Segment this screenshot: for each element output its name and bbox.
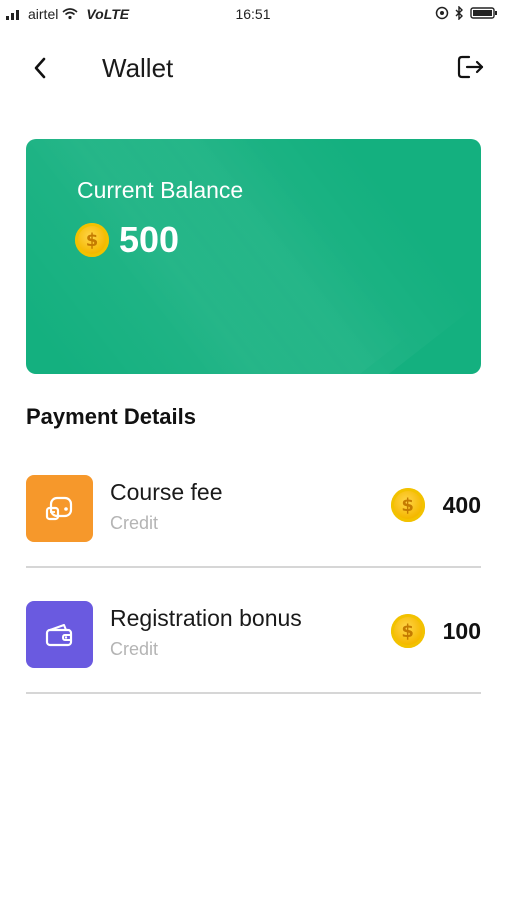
item-divider bbox=[26, 692, 481, 694]
status-time: 16:51 bbox=[235, 6, 271, 22]
course-fee-icon-box bbox=[26, 475, 93, 542]
battery-icon bbox=[470, 7, 497, 19]
payment-item-registration-bonus[interactable]: Registration bonus Credit $ 100 bbox=[26, 601, 481, 693]
payment-item-subtitle: Credit bbox=[110, 513, 159, 533]
back-button[interactable] bbox=[24, 52, 56, 84]
payment-item-title: Registration bonus bbox=[110, 605, 302, 631]
balance-row: $ 500 bbox=[75, 219, 179, 261]
item-divider bbox=[26, 566, 481, 568]
balance-value: 500 bbox=[119, 219, 180, 260]
coin-icon: $ bbox=[75, 223, 109, 257]
payment-item-amount: 100 bbox=[442, 617, 481, 644]
payment-item-amount: 400 bbox=[442, 491, 481, 518]
registration-bonus-icon-box bbox=[26, 601, 93, 668]
balance-card: Current Balance $ 500 bbox=[26, 139, 481, 374]
payment-item-amount-group: $ 400 bbox=[390, 488, 481, 522]
payment-details-title: Payment Details bbox=[26, 404, 196, 429]
payment-item-title: Course fee bbox=[110, 479, 223, 505]
alarm-icon bbox=[435, 6, 449, 20]
payment-item-course-fee[interactable]: Course fee Credit $ 400 bbox=[26, 475, 481, 567]
status-bar-right bbox=[435, 6, 498, 20]
page-title: Wallet bbox=[102, 53, 174, 83]
logout-icon bbox=[457, 55, 484, 79]
payment-item-subtitle: Credit bbox=[110, 639, 159, 659]
balance-label: Current Balance bbox=[77, 177, 244, 203]
coin-icon: $ bbox=[390, 614, 425, 648]
app-header: Wallet bbox=[0, 44, 506, 92]
bluetooth-icon bbox=[455, 6, 463, 20]
wallet-coins-icon bbox=[45, 496, 72, 520]
logout-button[interactable] bbox=[454, 50, 488, 84]
chevron-left-icon bbox=[34, 57, 46, 79]
coin-icon: $ bbox=[390, 488, 425, 522]
wallet-icon bbox=[45, 623, 72, 646]
payment-item-amount-group: $ 100 bbox=[390, 614, 481, 648]
status-bar: airtel VoLTE 16:51 bbox=[0, 0, 506, 28]
